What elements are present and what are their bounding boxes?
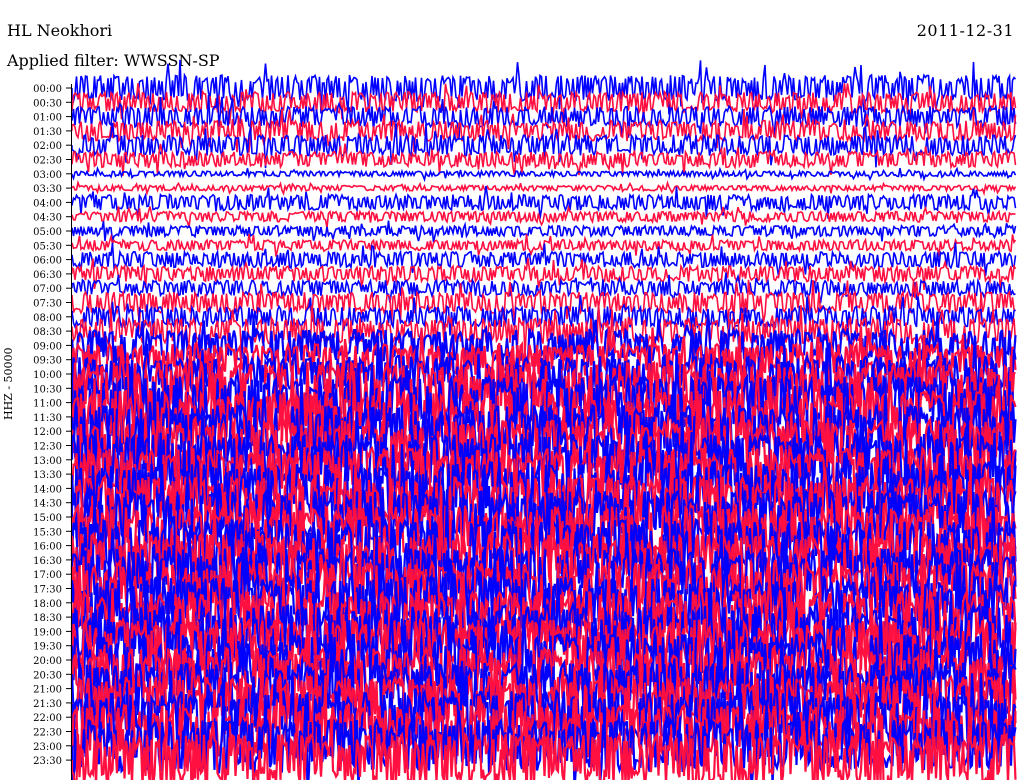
tick-label-1800: 18:00 (33, 599, 62, 610)
tick-label-2100: 21:00 (33, 685, 62, 696)
tick-label-2330: 23:30 (33, 756, 62, 767)
trace-row-0300 (71, 166, 1017, 183)
tick-label-1000: 10:00 (33, 370, 62, 381)
tick-label-0200: 02:00 (33, 141, 62, 152)
tick-label-0630: 06:30 (33, 270, 62, 281)
tick-label-0830: 08:30 (33, 327, 62, 338)
tick-label-1100: 11:00 (33, 399, 62, 410)
tick-label-1400: 14:00 (33, 484, 62, 495)
tick-label-0730: 07:30 (33, 299, 62, 310)
tick-label-0900: 09:00 (33, 341, 62, 352)
tick-label-1530: 15:30 (33, 527, 62, 538)
trace-row-0500 (71, 220, 1017, 243)
tick-label-2000: 20:00 (33, 656, 62, 667)
tick-label-1130: 11:30 (33, 413, 62, 424)
tick-label-0030: 00:30 (33, 98, 62, 109)
tick-label-1600: 16:00 (33, 542, 62, 553)
tick-label-0500: 05:00 (33, 227, 62, 238)
helicorder-plot: 00:00 00:30 01:00 01:30 02:00 02:30 03:00 03:30… (33, 59, 1017, 780)
tick-label-0230: 02:30 (33, 156, 62, 167)
tick-label-0100: 01:00 (33, 113, 62, 124)
tick-label-1430: 14:30 (33, 499, 62, 510)
tick-label-0300: 03:00 (33, 170, 62, 181)
tick-label-1830: 18:30 (33, 613, 62, 624)
tick-label-1330: 13:30 (33, 470, 62, 481)
tick-label-0530: 05:30 (33, 241, 62, 252)
tick-label-0700: 07:00 (33, 284, 62, 295)
trace-row-0330 (71, 179, 1017, 197)
tick-label-1730: 17:30 (33, 585, 62, 596)
time-axis-line (71, 84, 72, 780)
tick-label-0330: 03:30 (33, 184, 62, 195)
tick-label-2230: 22:30 (33, 728, 62, 739)
trace-row-0430 (71, 204, 1016, 229)
tick-label-1900: 19:00 (33, 627, 62, 638)
tick-label-1030: 10:30 (33, 384, 62, 395)
tick-label-0430: 04:30 (33, 213, 62, 224)
tick-label-2300: 23:00 (33, 742, 62, 753)
tick-label-0800: 08:00 (33, 313, 62, 324)
trace-group (70, 59, 1017, 780)
tick-label-0930: 09:30 (33, 356, 62, 367)
tick-label-0000: 00:00 (33, 84, 62, 95)
tick-label-1300: 13:00 (33, 456, 62, 467)
tick-label-1200: 12:00 (33, 427, 62, 438)
tick-label-2030: 20:30 (33, 670, 62, 681)
tick-label-1230: 12:30 (33, 442, 62, 453)
tick-label-2130: 21:30 (33, 699, 62, 710)
tick-label-0130: 01:30 (33, 127, 62, 138)
tick-label-group: 00:00 00:30 01:00 01:30 02:00 02:30 03:00 03:30… (33, 84, 71, 767)
tick-label-1930: 19:30 (33, 642, 62, 653)
tick-label-0400: 04:00 (33, 198, 62, 209)
tick-label-1500: 15:00 (33, 513, 62, 524)
tick-label-2200: 22:00 (33, 713, 62, 724)
tick-label-1630: 16:30 (33, 556, 62, 567)
tick-label-0600: 06:00 (33, 256, 62, 267)
tick-label-1700: 17:00 (33, 570, 62, 581)
